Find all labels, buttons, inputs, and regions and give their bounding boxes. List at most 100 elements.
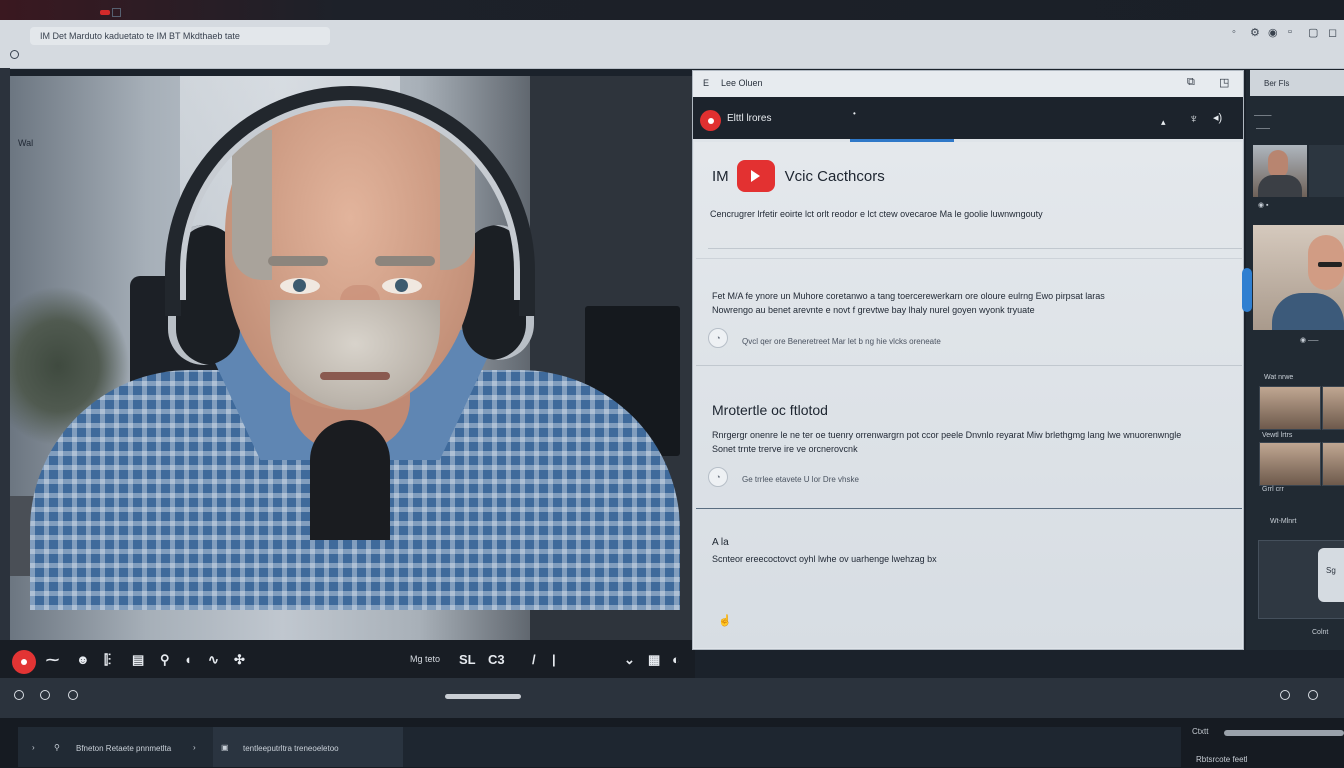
transcript-line: Fet M/A fe ynore un Muhore coretanwo a t…	[712, 291, 1105, 301]
participants-label: Vewtl lrtrs	[1262, 432, 1293, 439]
taskbar-doc-icon: ▣	[221, 743, 229, 752]
timeline-icon-2[interactable]	[40, 690, 50, 700]
divider	[696, 365, 1242, 366]
participant-glasses	[1318, 262, 1342, 267]
divider	[696, 508, 1242, 509]
record-button[interactable]	[12, 650, 36, 674]
taskbar-arrow-icon: ›	[32, 743, 35, 752]
playback-icon-4[interactable]: |	[552, 652, 556, 667]
cursor-icon: ☝	[718, 615, 732, 627]
participants-toolbar: Ber Fls	[1250, 70, 1344, 96]
playback-icon-1[interactable]: SL	[459, 652, 476, 667]
tray-status: Rbtsrcote feetl	[1196, 755, 1248, 764]
participant-thumb-1b[interactable]	[1309, 145, 1344, 197]
participants-footer: Colnt	[1312, 629, 1329, 636]
grid-icon[interactable]: ▦	[648, 652, 660, 668]
taskbar-item-2[interactable]: ▣ tentleeputrltra treneoeletoo	[213, 727, 403, 767]
maximize-icon[interactable]: ▢	[1308, 26, 1318, 39]
playback-label: Mg teto	[410, 654, 441, 664]
participant-status-icons: ◉ ⎯⎯⎯	[1300, 337, 1319, 344]
panel-title-prefix: IM	[712, 167, 729, 185]
transcript-line: Nowrengo au benet arevnte e novt f grevt…	[712, 305, 1035, 315]
speaker-avatar-icon[interactable]: ◔	[708, 328, 728, 348]
waveform-icon[interactable]: ∿	[208, 652, 219, 668]
play-logo-icon	[736, 160, 775, 192]
taskbar-item-1[interactable]: › ⚲ Bfneton Retaete pnnmetlta ›	[18, 727, 213, 767]
panel-header: Elttl lrores • ▴ ♆ ◂)	[693, 97, 1243, 139]
fullscreen-icon[interactable]	[1308, 690, 1318, 700]
panel-mic-icon[interactable]: ♆	[1189, 111, 1199, 126]
menu-icon[interactable]: ◦	[1232, 26, 1236, 38]
person-undershirt	[310, 420, 390, 540]
tray-progress	[1224, 730, 1344, 736]
record-icon[interactable]: ◉	[1268, 26, 1278, 39]
minimize-icon[interactable]: ▫	[1288, 26, 1292, 38]
timeline-icon-1[interactable]	[14, 690, 24, 700]
speaker-avatar-icon[interactable]: ◔	[708, 467, 728, 487]
panel-dot-icon: •	[853, 109, 856, 118]
participants-line: ⎯⎯⎯⎯⎯	[1254, 112, 1272, 119]
transcript-meta: Ge trrlee etavete U lor Dre vhske	[742, 475, 859, 484]
divider	[708, 248, 1242, 249]
transcript-line: Rnrgergr onenre le ne ter oe tuenry orre…	[712, 430, 1182, 440]
participant-card-label: Sg	[1326, 566, 1336, 575]
divider	[696, 258, 1242, 259]
panel-record-icon[interactable]	[700, 110, 721, 131]
close-icon[interactable]: ◻	[1328, 26, 1337, 39]
panel-title-row: IM Vcic Cacthcors	[712, 160, 885, 192]
panel-title: Vcic Cacthcors	[784, 167, 885, 185]
participants-label: Wat nrwe	[1264, 374, 1294, 381]
participants-label: Grrl crr	[1262, 486, 1284, 493]
taskbar-item-1-label: Bfneton Retaete pnnmetlta	[76, 744, 172, 753]
panel-toolbar: E Lee Oluen ⧉ ◳	[693, 71, 1243, 98]
panel-audio-icon[interactable]: ◂)	[1213, 111, 1222, 124]
taskbar-empty	[403, 727, 1181, 767]
playback-icon-3[interactable]: /	[532, 652, 536, 667]
panel-popout-icon[interactable]: ◳	[1219, 76, 1229, 89]
transcript-line: Sonet trnte trerve ire ve orcnerovcnk	[712, 444, 858, 454]
panel-share-icon[interactable]: ⧉	[1187, 76, 1195, 89]
timeline-icon-3[interactable]	[68, 690, 78, 700]
taskbar-caret-icon: ›	[193, 743, 196, 752]
chat-icon[interactable]: ◖	[184, 652, 192, 667]
window-icon	[112, 8, 121, 17]
transcript-meta: Qvcl qer ore Beneretreet Mar let b ng hi…	[742, 337, 941, 346]
participant-grid-thumb[interactable]	[1259, 442, 1321, 486]
participant-grid-thumb[interactable]	[1322, 442, 1344, 486]
more-icon[interactable]: ◐	[672, 652, 680, 667]
cut-icon[interactable]: ⫿⁝	[104, 652, 111, 668]
participant-grid-thumb[interactable]	[1322, 386, 1344, 430]
taskbar-item-2-label: tentleeputrltra treneoeletoo	[243, 744, 339, 753]
participants-line: ⎯⎯⎯⎯	[1256, 125, 1270, 132]
volume-icon[interactable]	[1280, 690, 1290, 700]
left-sidebar	[0, 68, 10, 640]
participant-card-tab[interactable]: Sg	[1318, 548, 1344, 602]
participant-status-icons: ◉ ▪	[1258, 202, 1269, 209]
timeline-bar	[0, 678, 1344, 718]
settings-icon[interactable]: ⚙	[1250, 26, 1260, 39]
panel-top-label: Lee Oluen	[721, 78, 763, 88]
participant-side-indicator	[1242, 268, 1252, 312]
participant-body	[1258, 175, 1302, 197]
participant-face	[1268, 150, 1288, 178]
timeline-slider[interactable]	[445, 694, 521, 699]
caption-icon[interactable]: ▤	[132, 652, 144, 668]
tray-label: Ctxtt	[1192, 727, 1209, 736]
transcript-line: Scnteor ereecoctovct oyhl lwhe ov uarhen…	[712, 554, 937, 564]
back-icon[interactable]	[10, 50, 19, 59]
window-indicator	[100, 10, 110, 15]
expand-icon[interactable]: ⌄	[624, 652, 635, 668]
left-overlay-label: Wal	[18, 138, 34, 148]
trim-icon[interactable]: ⁓	[46, 652, 59, 668]
panel-header-label: Elttl lrores	[727, 113, 772, 124]
emoji-icon[interactable]: ☻	[76, 652, 90, 667]
participant-grid-thumb[interactable]	[1259, 386, 1321, 430]
panel-top-prefix: E	[703, 78, 710, 88]
person-mouth	[320, 372, 390, 380]
playback-icon-2[interactable]: C3	[488, 652, 505, 667]
search-icon[interactable]: ⚲	[160, 652, 170, 668]
effects-icon[interactable]: ✣	[234, 652, 245, 668]
address-bar[interactable]: IM Det Marduto kaduetato te IM BT Mkdtha…	[30, 27, 330, 45]
transcript-line: Cencrugrer lrfetir eoirte lct orlt reodo…	[710, 209, 1043, 219]
panel-arrow-icon[interactable]: ▴	[1161, 117, 1166, 128]
